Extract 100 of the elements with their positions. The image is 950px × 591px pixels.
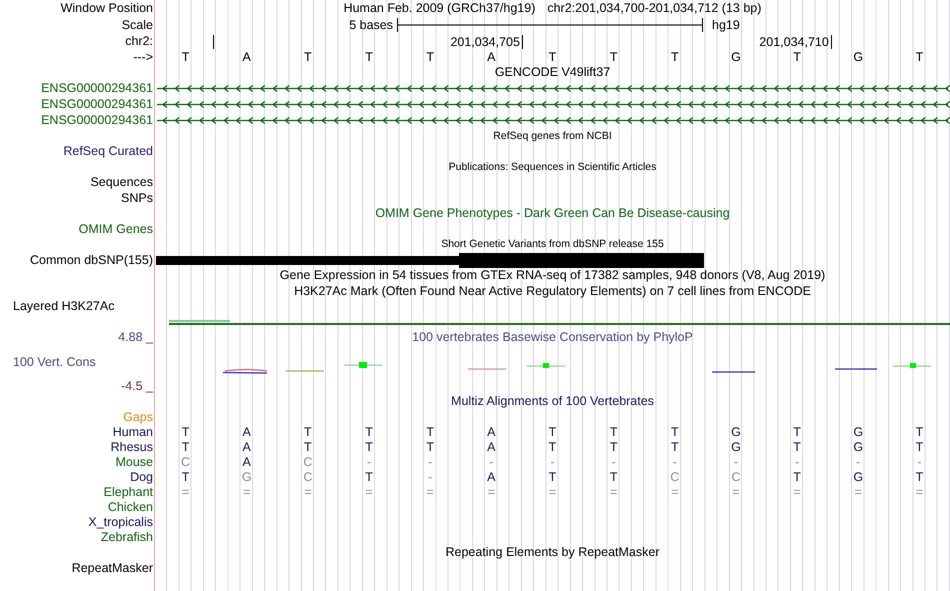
base-letter: T — [304, 50, 312, 64]
base-letter: T — [670, 50, 679, 64]
alignment-base: A — [242, 455, 251, 470]
alignment-base: = — [854, 485, 862, 500]
alignment-base: - — [672, 455, 677, 470]
tick-mark — [522, 35, 523, 49]
track-title: H3K27Ac Mark (Often Found Near Active Regulatory Elements) on 7 cell lines from ENCODE — [294, 284, 811, 299]
base-letter: T — [916, 50, 924, 64]
species-label: X_tropicalis — [88, 515, 153, 530]
alignment-base: T — [182, 470, 190, 485]
base-letter: T — [365, 50, 373, 64]
alignment-base: T — [365, 425, 373, 440]
alignment-base: C — [303, 470, 312, 485]
track-title: OMIM Gene Phenotypes - Dark Green Can Be Disease-causing — [375, 206, 730, 222]
alignment-base: = — [182, 485, 190, 500]
species-label: Zebrafish — [100, 530, 153, 545]
track-label: ENSG00000294361 — [41, 113, 153, 128]
alignment-base: = — [488, 485, 495, 500]
alignment-base: T — [793, 470, 801, 485]
track-label: Common dbSNP(155) — [30, 252, 153, 268]
alignment-base: = — [916, 485, 924, 500]
track-label: ENSG00000294361 — [41, 81, 153, 96]
base-letter: A — [487, 50, 496, 64]
track-label: 100 Vert. Cons — [12, 354, 96, 370]
position-range-text: chr2:201,034,700-201,034,712 (13 bp) — [547, 1, 762, 16]
alignment-base: T — [426, 425, 434, 440]
track-label: SNPs — [121, 190, 153, 206]
track-title: 100 vertebrates Basewise Conservation by PhyloP — [412, 330, 693, 345]
alignment-base: T — [610, 470, 618, 485]
species-label: Chicken — [108, 500, 153, 515]
alignment-base: G — [731, 425, 741, 440]
track-title: Publications: Sequences in Scientific Articles — [448, 160, 656, 175]
species-label: Human — [112, 425, 153, 440]
alignment-base: A — [487, 425, 496, 440]
alignment-base: = — [304, 485, 312, 500]
alignment-base: = — [671, 485, 678, 500]
track-label: Scale — [122, 18, 153, 32]
base-letter: T — [793, 50, 801, 64]
alignment-base: T — [793, 425, 801, 440]
alignment-base: A — [487, 470, 496, 485]
alignment-base: - — [366, 455, 372, 470]
position-tick-label: 201,034,710 — [759, 36, 830, 49]
track-label: RefSeq Curated — [63, 144, 153, 160]
track-label: ENSG00000294361 — [41, 97, 153, 112]
track-label: Window Position — [60, 1, 153, 16]
alignment-base: A — [487, 440, 496, 455]
species-label: Rhesus — [110, 440, 153, 455]
alignment-base: - — [856, 455, 860, 470]
track-title: Repeating Elements by RepeatMasker — [445, 545, 660, 560]
track-title: Gene Expression in 54 tissues from GTEx RNA-seq of 17382 samples, 948 donors (V8, Aug 2019) — [280, 268, 826, 284]
alignment-base: T — [548, 425, 556, 440]
alignment-base: T — [365, 440, 373, 455]
alignment-base: T — [670, 440, 679, 455]
alignment-base: T — [182, 425, 190, 440]
alignment-base: C — [731, 470, 740, 485]
strand-label: ---> — [133, 50, 153, 64]
axis-max-label: 4.88 _ — [118, 330, 153, 345]
base-letter: G — [853, 50, 864, 64]
track-title: Short Genetic Variants from dbSNP release 155 — [441, 237, 664, 252]
scale-span-text: 5 bases — [348, 18, 394, 32]
base-letter: T — [426, 50, 434, 64]
alignment-base: T — [365, 470, 373, 485]
alignment-base: G — [853, 440, 864, 455]
alignment-base: A — [242, 440, 251, 455]
alignment-base: G — [731, 440, 741, 455]
alignment-base: - — [428, 455, 432, 470]
alignment-base: T — [182, 440, 190, 455]
track-title: RefSeq genes from NCBI — [493, 128, 612, 144]
alignment-base: = — [793, 485, 801, 500]
alignment-base: T — [304, 425, 312, 440]
track-label: Layered H3K27Ac — [13, 299, 114, 314]
alignment-base: = — [426, 485, 434, 500]
alignment-base: - — [489, 455, 494, 470]
species-label: Mouse — [115, 455, 153, 470]
alignment-base: T — [548, 440, 556, 455]
base-letter: T — [182, 50, 190, 64]
alignment-base: T — [610, 440, 618, 455]
species-label: Elephant — [104, 485, 153, 500]
alignment-base: - — [550, 455, 555, 470]
track-label: OMIM Genes — [78, 222, 153, 237]
alignment-base: G — [853, 470, 864, 485]
track-label: Gaps — [123, 410, 153, 425]
tick-mark — [830, 35, 832, 49]
alignment-base: - — [795, 455, 800, 470]
alignment-base: C — [303, 455, 312, 470]
track-title: GENCODE V49lift37 — [494, 65, 610, 80]
alignment-base: = — [365, 485, 373, 500]
alignment-base: - — [428, 470, 432, 485]
alignment-base: - — [612, 455, 616, 470]
alignment-base: - — [734, 455, 738, 470]
tick-mark — [213, 35, 214, 49]
track-label: Sequences — [90, 175, 153, 190]
base-letter: T — [548, 50, 556, 64]
genome-assembly-title: Human Feb. 2009 (GRCh37/hg19) — [344, 1, 536, 16]
track-title: Multiz Alignments of 100 Vertebrates — [451, 394, 654, 410]
alignment-base: T — [670, 425, 679, 440]
alignment-base: = — [548, 485, 556, 500]
track-label: chr2: — [125, 34, 153, 48]
alignment-base: C — [670, 470, 680, 485]
alignment-base: = — [610, 485, 618, 500]
